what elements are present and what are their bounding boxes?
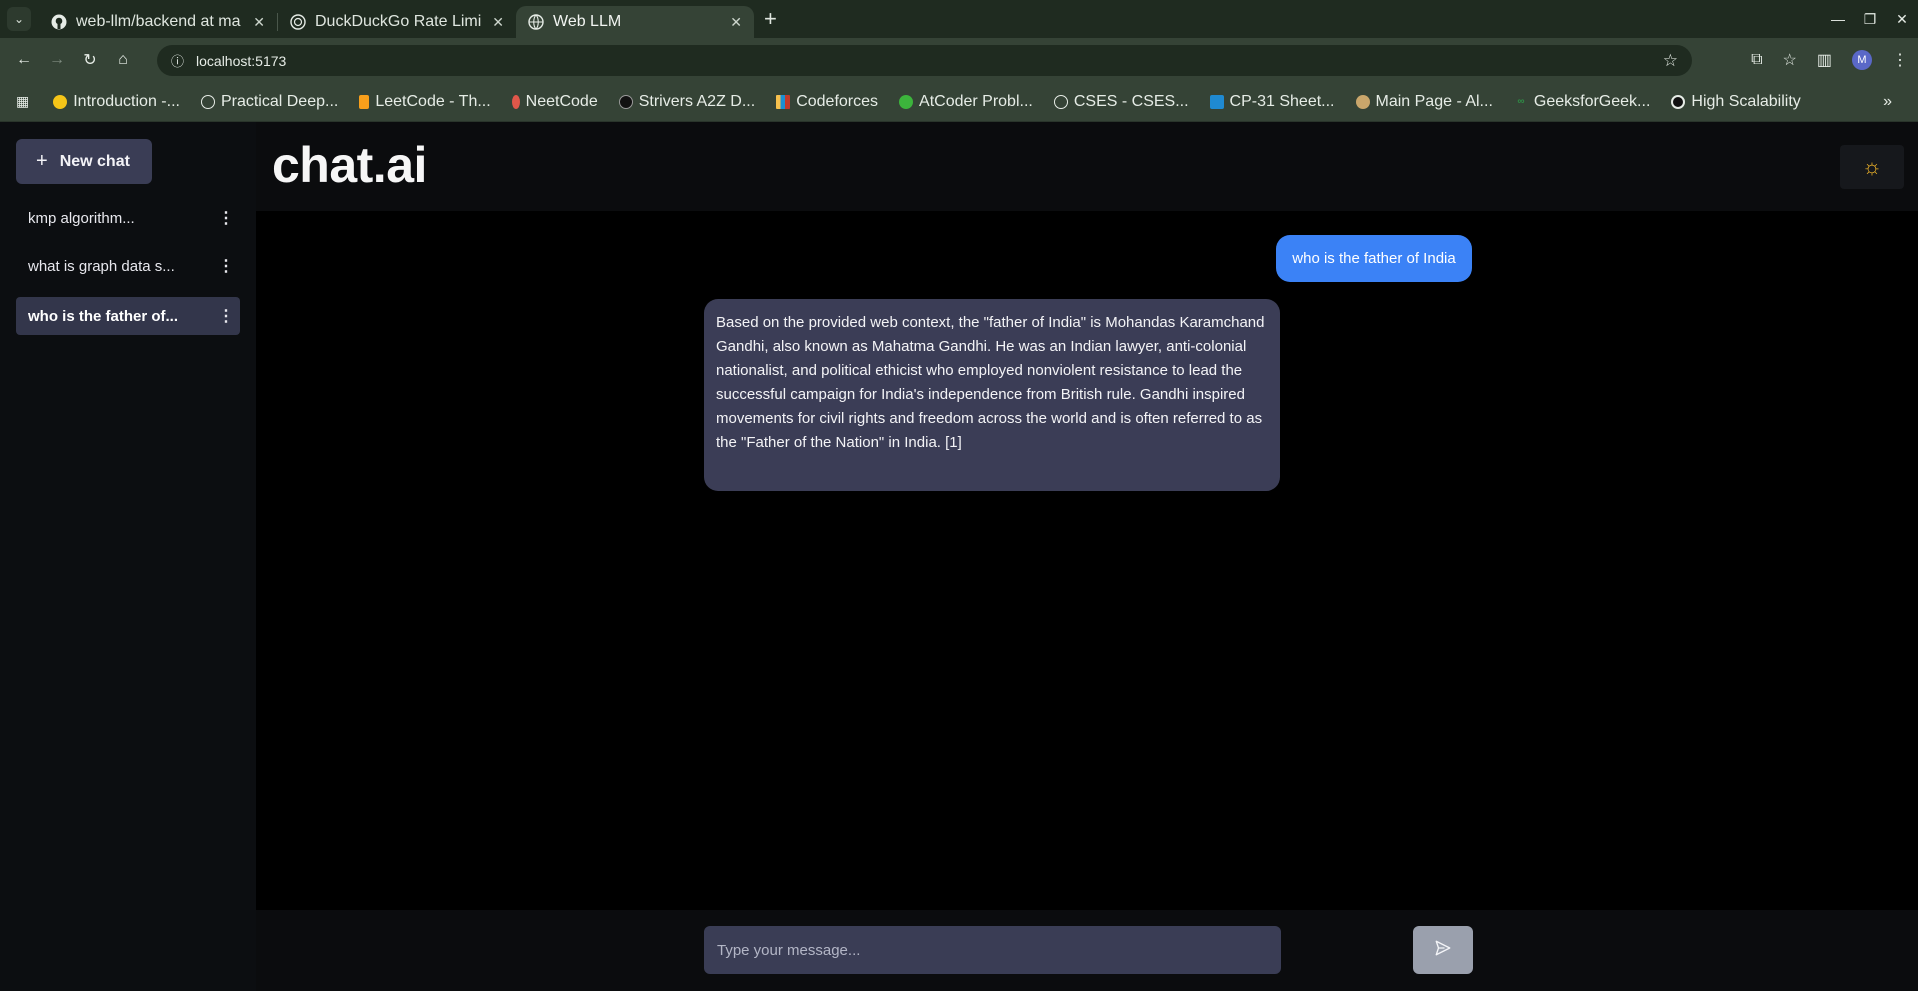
- circle-icon: [1671, 94, 1686, 109]
- browser-tab-title: DuckDuckGo Rate Limi: [315, 13, 482, 30]
- bookmark-label: Codeforces: [796, 92, 879, 110]
- sidebar: + New chat kmp algorithm... ⋮ what is gr…: [0, 122, 256, 991]
- bookmark-item[interactable]: ∞ GeeksforGeek...: [1514, 92, 1651, 111]
- globe-icon: [290, 14, 306, 30]
- close-icon[interactable]: ✕: [253, 14, 265, 31]
- bookmark-label: Introduction -...: [73, 92, 180, 110]
- browser-tab-strip: ⌄ web-llm/backend at ma ✕ DuckDuckGo Rat…: [0, 0, 1918, 38]
- plus-icon: +: [36, 150, 48, 172]
- bookmark-item[interactable]: Practical Deep...: [200, 92, 339, 111]
- more-options-icon[interactable]: ⋮: [212, 208, 240, 228]
- apps-grid-icon[interactable]: ▦: [16, 93, 29, 110]
- bookmark-label: LeetCode - Th...: [375, 92, 491, 110]
- user-message-bubble: who is the father of India: [1276, 235, 1472, 282]
- extensions-icon[interactable]: ⧉: [1751, 51, 1762, 69]
- globe-icon: [1053, 94, 1068, 109]
- close-icon[interactable]: ✕: [492, 14, 504, 31]
- chat-app: + New chat kmp algorithm... ⋮ what is gr…: [0, 122, 1918, 991]
- window-close-icon[interactable]: ✕: [1886, 11, 1918, 28]
- browser-tab-3-active[interactable]: Web LLM ✕: [516, 6, 754, 38]
- browser-tab-title: web-llm/backend at ma: [76, 13, 241, 30]
- assistant-message-bubble: Based on the provided web context, the "…: [704, 299, 1280, 491]
- neetcode-icon: [511, 94, 520, 109]
- globe-icon: [528, 14, 544, 30]
- app-header: chat.ai ☼: [256, 122, 1918, 211]
- cp31-icon: [1209, 94, 1224, 109]
- bookmark-label: CP-31 Sheet...: [1229, 92, 1335, 110]
- atcoder-icon: [899, 94, 914, 109]
- bookmark-label: High Scalability: [1691, 92, 1801, 110]
- hugging-face-icon: [53, 94, 68, 109]
- reload-icon[interactable]: ↻: [76, 50, 104, 70]
- conversation-item-active[interactable]: who is the father of... ⋮: [16, 297, 240, 335]
- bookmark-item[interactable]: Strivers A2Z D...: [618, 92, 756, 111]
- menu-dots-icon[interactable]: ⋮: [1892, 50, 1908, 70]
- message-input[interactable]: [704, 926, 1281, 974]
- back-arrow-icon[interactable]: ←: [10, 51, 38, 69]
- conversation-item[interactable]: kmp algorithm... ⋮: [16, 199, 240, 237]
- conversation-title: what is graph data s...: [28, 257, 175, 275]
- more-options-icon[interactable]: ⋮: [212, 306, 240, 326]
- url-text: localhost:5173: [196, 52, 287, 69]
- bookmark-label: Strivers A2Z D...: [638, 92, 756, 110]
- github-icon: [51, 14, 67, 30]
- new-tab-plus-icon[interactable]: +: [764, 6, 777, 32]
- conversation-title: who is the father of...: [28, 307, 179, 325]
- conversation-title: kmp algorithm...: [28, 209, 135, 227]
- profile-avatar[interactable]: M: [1852, 50, 1872, 70]
- close-icon[interactable]: ✕: [730, 14, 742, 31]
- forward-arrow-icon[interactable]: →: [43, 51, 71, 69]
- restore-icon[interactable]: ❐: [1854, 11, 1886, 28]
- send-icon: [1434, 939, 1452, 962]
- bookmark-item[interactable]: Introduction -...: [53, 93, 180, 111]
- bookmark-item[interactable]: Codeforces: [776, 93, 878, 111]
- tuf-icon: [618, 94, 633, 109]
- codeforces-icon: [776, 94, 791, 109]
- bookmark-item[interactable]: AtCoder Probl...: [899, 93, 1033, 111]
- minimize-icon[interactable]: —: [1822, 11, 1854, 27]
- chat-messages: who is the father of India Based on the …: [256, 211, 1918, 910]
- browser-toolbar: ← → ↻ ⌂ ⓘ localhost:5173 ☆ ⧉ ☆ ▥ M ⋮: [0, 38, 1918, 82]
- gfg-icon: ∞: [1517, 96, 1525, 107]
- browser-tab-1[interactable]: web-llm/backend at ma ✕: [39, 6, 277, 38]
- bookmark-item[interactable]: High Scalability: [1671, 92, 1801, 111]
- site-info-icon[interactable]: ⓘ: [171, 51, 184, 70]
- browser-tab-2[interactable]: DuckDuckGo Rate Limi ✕: [278, 6, 516, 38]
- bookmark-label: CSES - CSES...: [1073, 92, 1189, 110]
- new-chat-label: New chat: [59, 152, 130, 170]
- bookmark-label: NeetCode: [525, 92, 598, 110]
- more-bookmarks-chevron-icon[interactable]: »: [1883, 93, 1892, 111]
- bookmark-item[interactable]: NeetCode: [511, 92, 598, 111]
- new-chat-button[interactable]: + New chat: [16, 139, 152, 184]
- bookmark-item[interactable]: CSES - CSES...: [1053, 92, 1189, 111]
- bookmark-item[interactable]: Main Page - Al...: [1355, 92, 1493, 111]
- tab-search-button[interactable]: ⌄: [7, 7, 31, 31]
- home-icon[interactable]: ⌂: [109, 51, 137, 69]
- reading-mode-icon[interactable]: ▥: [1817, 50, 1832, 70]
- leetcode-icon: [359, 94, 370, 109]
- algorithmica-icon: [1355, 94, 1370, 109]
- window-controls: — ❐ ✕: [1822, 0, 1918, 38]
- send-button[interactable]: [1413, 926, 1473, 974]
- globe-icon: [200, 94, 215, 109]
- bookmark-label: GeeksforGeek...: [1533, 92, 1651, 110]
- composer-bar: [256, 910, 1918, 991]
- bookmarks-bar: ▦ Introduction -... Practical Deep... Le…: [0, 82, 1918, 122]
- bookmark-label: Main Page - Al...: [1375, 92, 1493, 110]
- sun-icon: ☼: [1861, 154, 1883, 179]
- bookmark-item[interactable]: CP-31 Sheet...: [1209, 92, 1335, 111]
- conversation-item[interactable]: what is graph data s... ⋮: [16, 247, 240, 285]
- bookmark-label: Practical Deep...: [220, 92, 339, 110]
- bookmark-item[interactable]: LeetCode - Th...: [359, 92, 491, 111]
- bookmark-star-icon[interactable]: ☆: [1663, 51, 1678, 71]
- browser-tab-title: Web LLM: [553, 13, 622, 30]
- theme-toggle-button[interactable]: ☼: [1840, 145, 1904, 189]
- toolbar-actions: ⧉ ☆ ▥ M ⋮: [1751, 38, 1908, 82]
- bookmark-label: AtCoder Probl...: [919, 92, 1033, 110]
- address-bar[interactable]: ⓘ localhost:5173 ☆: [157, 45, 1692, 76]
- more-options-icon[interactable]: ⋮: [212, 256, 240, 276]
- favorites-icon[interactable]: ☆: [1783, 50, 1797, 70]
- app-brand-title: chat.ai: [272, 137, 427, 193]
